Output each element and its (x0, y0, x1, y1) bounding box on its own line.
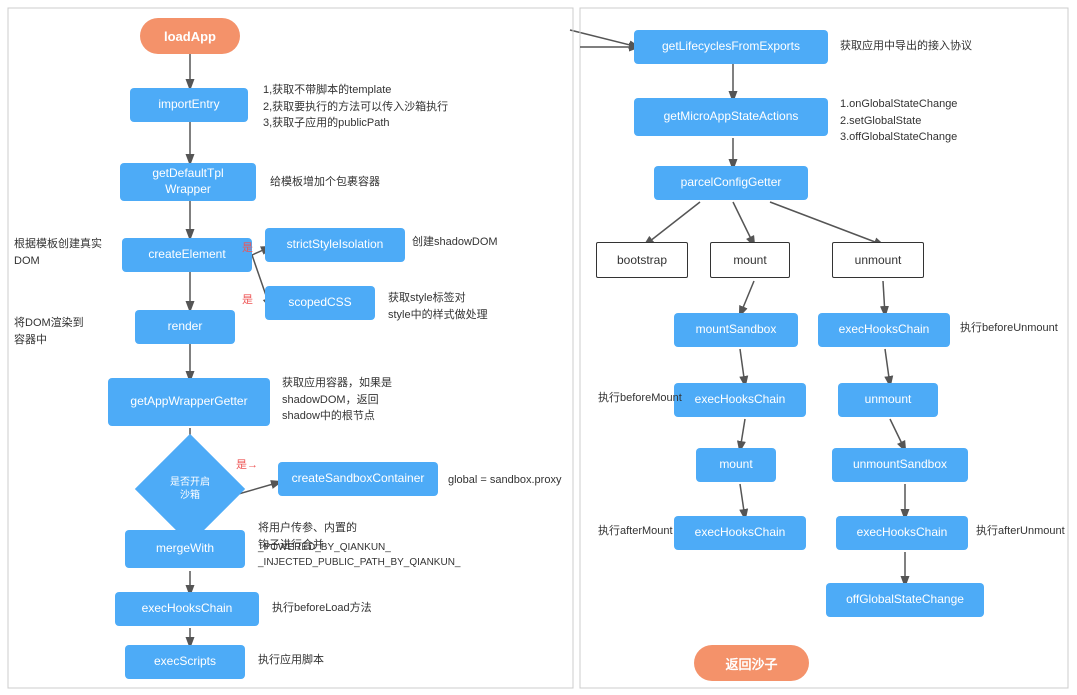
get-lifecycles-from-exports-node: getLifecyclesFromExports (634, 30, 828, 64)
note-exec-hooks-left: 执行beforeLoad方法 (272, 600, 372, 617)
unmount-sandbox-node: unmountSandbox (832, 448, 968, 482)
get-default-tpl-wrapper-node: getDefaultTpl Wrapper (120, 163, 256, 201)
note-sandbox-proxy: global = sandbox.proxy (448, 472, 561, 489)
note-scoped-css: 获取style标签对style中的样式做处理 (388, 290, 518, 323)
unmount2-node: unmount (838, 383, 938, 417)
bootstrap-node: bootstrap (596, 242, 688, 278)
scoped-css-node: scopedCSS (265, 286, 375, 320)
note-after-unmount: 执行afterUnmount (976, 523, 1065, 540)
note-render: 将DOM渲染到容器中 (14, 315, 114, 348)
exec-hooks-chain-left-node: execHooksChain (115, 592, 259, 626)
diagram-container: loadApp importEntry getDefaultTpl Wrappe… (0, 0, 1077, 695)
exec-hooks-chain-right-2-node: execHooksChain (674, 383, 806, 417)
exec-scripts-node: execScripts (125, 645, 245, 679)
note-import-entry: 1,获取不带脚本的template2,获取要执行的方法可以传入沙箱执行3,获取子… (263, 82, 553, 132)
return-sandbox-node: 返回沙子 (694, 645, 809, 681)
note-yes-3: 是→ (236, 457, 258, 474)
create-sandbox-container-node: createSandboxContainer (278, 462, 438, 496)
parcel-config-getter-node: parcelConfigGetter (654, 166, 808, 200)
merge-with-node: mergeWith (125, 530, 245, 568)
exec-hooks-chain-right-4-node: execHooksChain (836, 516, 968, 550)
import-entry-node: importEntry (130, 88, 248, 122)
get-app-wrapper-getter-node: getAppWrapperGetter (108, 378, 270, 426)
exec-hooks-chain-right-1-node: execHooksChain (818, 313, 950, 347)
note-micro-state: 1.onGlobalStateChange2.setGlobalState3.o… (840, 96, 957, 146)
note-yes-1: 是 (242, 240, 253, 257)
unmount-node: unmount (832, 242, 924, 278)
note-before-unmount: 执行beforeUnmount (960, 320, 1058, 337)
mount2-node: mount (696, 448, 776, 482)
strict-style-isolation-node: strictStyleIsolation (265, 228, 405, 262)
note-default-tpl: 给模板增加个包裹容器 (270, 174, 380, 191)
create-element-node: createElement (122, 238, 252, 272)
note-exec-scripts: 执行应用脚本 (258, 652, 324, 669)
is-open-sandbox-node: 是否开启沙箱 (135, 434, 245, 544)
note-lifecycles: 获取应用中导出的接入协议 (840, 38, 972, 55)
note-strict-style: 创建shadowDOM (412, 234, 498, 251)
off-global-state-change-node: offGlobalStateChange (826, 583, 984, 617)
get-micro-app-state-actions-node: getMicroAppStateActions (634, 98, 828, 136)
note-create-element: 根据模板创建真实DOM (14, 236, 114, 269)
note-yes-2: 是 (242, 292, 253, 309)
mount-sandbox-node: mountSandbox (674, 313, 798, 347)
note-app-wrapper: 获取应用容器，如果是shadowDOM，返回shadow中的根节点 (282, 375, 482, 425)
loadapp-node: loadApp (140, 18, 240, 54)
exec-hooks-chain-right-3-node: execHooksChain (674, 516, 806, 550)
note-powered-qiankun: _POWERED_BY_QIANKUN__INJECTED_PUBLIC_PAT… (258, 540, 528, 570)
render-node: render (135, 310, 235, 344)
note-before-mount: 执行beforeMount (598, 390, 682, 407)
note-after-mount: 执行afterMount (598, 523, 673, 540)
mount-node: mount (710, 242, 790, 278)
